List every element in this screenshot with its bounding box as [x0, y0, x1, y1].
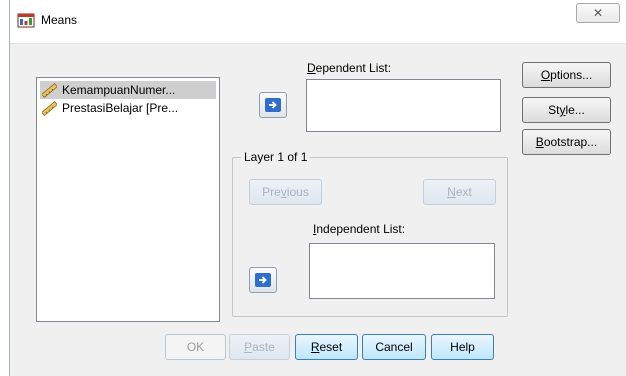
variable-item-kemampuan[interactable]: KemampuanNumer... — [40, 81, 216, 99]
right-arrow-icon — [265, 98, 281, 112]
options-button[interactable]: Options... — [522, 62, 611, 88]
close-button[interactable]: ✕ — [576, 3, 620, 23]
means-app-icon — [17, 13, 35, 28]
paste-button[interactable]: Paste — [229, 334, 290, 360]
dependent-list[interactable] — [306, 79, 501, 132]
window-title: Means — [41, 13, 78, 27]
next-button[interactable]: Next — [423, 179, 496, 205]
cancel-button[interactable]: Cancel — [362, 334, 426, 360]
previous-button[interactable]: Previous — [249, 179, 322, 205]
layer-legend: Layer 1 of 1 — [241, 150, 311, 164]
ok-button[interactable]: OK — [165, 334, 226, 360]
style-button[interactable]: Style... — [522, 97, 611, 123]
move-to-independent-button[interactable] — [249, 267, 277, 293]
help-button[interactable]: Help — [431, 334, 494, 360]
scale-ruler-icon — [42, 100, 57, 116]
means-dialog: Means ✕ KemampuanNumer... PrestasiBelaja… — [9, 0, 626, 376]
title-bar: Means ✕ — [10, 0, 626, 44]
close-icon: ✕ — [592, 6, 604, 20]
variable-label: PrestasiBelajar [Pre... — [62, 101, 179, 115]
layer-group: Layer 1 of 1 Previous Next Independent L… — [232, 150, 508, 317]
reset-button[interactable]: Reset — [295, 334, 358, 360]
variable-label: KemampuanNumer... — [62, 83, 176, 97]
dependent-list-label: Dependent List: — [307, 61, 392, 75]
source-variable-list[interactable]: KemampuanNumer... PrestasiBelajar [Pre..… — [36, 77, 220, 322]
independent-list[interactable] — [309, 243, 495, 299]
bootstrap-button[interactable]: Bootstrap... — [522, 129, 611, 155]
right-arrow-icon — [255, 273, 271, 287]
move-to-dependent-button[interactable] — [259, 92, 287, 118]
variable-item-prestasi[interactable]: PrestasiBelajar [Pre... — [40, 99, 216, 117]
dialog-body: KemampuanNumer... PrestasiBelajar [Pre..… — [10, 44, 626, 376]
independent-list-label: Independent List: — [313, 222, 406, 236]
scale-ruler-icon — [42, 82, 57, 98]
